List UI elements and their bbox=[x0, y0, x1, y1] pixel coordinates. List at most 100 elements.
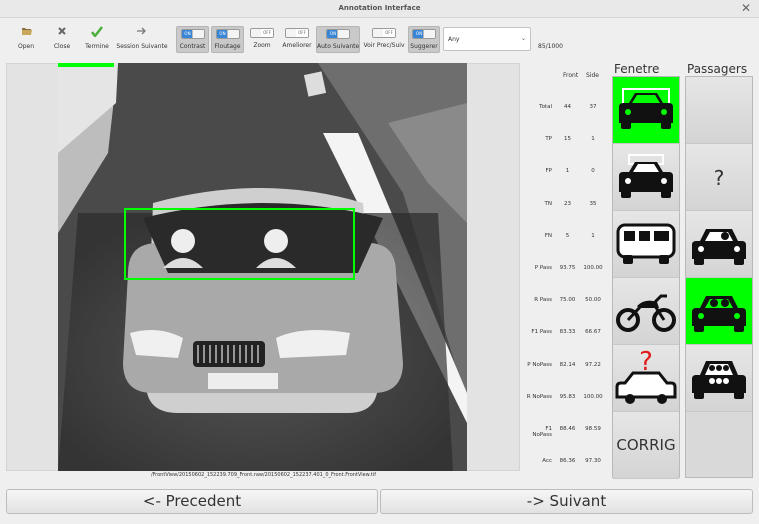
floutage-label: Floutage bbox=[214, 43, 241, 50]
unknown-vehicle-question-mark: ? bbox=[639, 347, 653, 377]
stats-row-label: P Pass bbox=[534, 265, 552, 271]
fenetre-car-roof-option[interactable] bbox=[613, 144, 679, 211]
session-suivante-button[interactable]: Session Suivante bbox=[116, 26, 168, 56]
stats-row-side: 97.22 bbox=[585, 362, 601, 368]
precedent-button[interactable]: <- Precedent bbox=[6, 489, 378, 514]
termine-button[interactable]: Termine bbox=[82, 26, 112, 56]
auto-suivante-label: Auto Suivante bbox=[317, 43, 360, 50]
voir-prec-suiv-label: Voir Prec/Suiv bbox=[363, 42, 405, 49]
fenetre-unknown-vehicle-option[interactable]: ? bbox=[613, 345, 679, 412]
switch-knob bbox=[191, 30, 204, 38]
stats-row-side: 35 bbox=[589, 201, 597, 207]
passagers-two-passengers-option[interactable] bbox=[686, 278, 752, 345]
fenetre-motorcycle-option[interactable] bbox=[613, 278, 679, 345]
stats-col-side: Side bbox=[586, 72, 599, 79]
stats-row-side: 0 bbox=[591, 168, 595, 174]
checkmark-icon bbox=[82, 26, 112, 39]
stats-row-label: Acc bbox=[542, 458, 552, 464]
stats-row-label: F1 Pass bbox=[531, 329, 552, 335]
floutage-toggle[interactable]: ON Floutage bbox=[211, 26, 244, 53]
car-one-passenger-icon bbox=[692, 229, 746, 265]
suggerer-switch[interactable]: ON bbox=[412, 29, 436, 39]
ameliorer-switch[interactable]: OFF bbox=[285, 28, 309, 38]
switch-off-text: OFF bbox=[296, 29, 308, 37]
stats-row-label: TP bbox=[545, 136, 552, 142]
stats-row-label: R NoPass bbox=[526, 394, 552, 400]
contrast-toggle[interactable]: ON Contrast bbox=[176, 26, 209, 53]
floutage-switch[interactable]: ON bbox=[215, 29, 240, 39]
window-title: Annotation Interface bbox=[338, 4, 421, 12]
close-label: Close bbox=[53, 43, 71, 50]
motorcycle-icon bbox=[616, 294, 676, 332]
fenetre-corrig-option[interactable]: CORRIG bbox=[613, 412, 679, 479]
fenetre-title: Fenetre bbox=[614, 62, 660, 76]
ameliorer-toggle[interactable]: OFF Ameliorer bbox=[281, 26, 313, 56]
stats-row-front: 15 bbox=[564, 136, 571, 142]
session-suivante-label: Session Suivante bbox=[116, 43, 168, 50]
stats-row-front: 5 bbox=[565, 233, 570, 239]
car-two-passengers-icon bbox=[692, 296, 746, 332]
stats-row-label: TN bbox=[544, 201, 552, 207]
stats-row-label: F1 NoPass bbox=[532, 426, 552, 438]
stats-row-front: 83.33 bbox=[559, 329, 576, 335]
title-bar: Annotation Interface ✕ bbox=[0, 0, 759, 18]
suggerer-toggle[interactable]: ON Suggerer bbox=[408, 26, 440, 53]
zoom-switch[interactable]: OFF bbox=[250, 28, 274, 38]
contrast-label: Contrast bbox=[179, 43, 206, 50]
voir-prec-suiv-toggle[interactable]: OFF Voir Prec/Suiv bbox=[363, 26, 405, 56]
filter-dropdown-value: Any bbox=[448, 36, 460, 43]
passagers-one-passenger-option[interactable] bbox=[686, 211, 752, 278]
ameliorer-label: Ameliorer bbox=[282, 42, 312, 49]
stats-row-side: 97.30 bbox=[585, 458, 601, 464]
fenetre-car-window-option[interactable] bbox=[613, 77, 679, 144]
image-counter: 85/1000 bbox=[538, 43, 563, 50]
bus-icon bbox=[616, 223, 676, 264]
stats-row-side: 66.67 bbox=[585, 329, 601, 335]
stats-row-label: P NoPass bbox=[527, 362, 552, 368]
passagers-title: Passagers bbox=[687, 62, 748, 76]
passagers-blank-option[interactable] bbox=[686, 77, 752, 144]
passagers-column: ? bbox=[685, 76, 753, 478]
switch-knob bbox=[337, 30, 349, 38]
auto-suivante-switch[interactable]: ON bbox=[326, 29, 350, 39]
suivant-button[interactable]: -> Suivant bbox=[380, 489, 753, 514]
stats-row-side: 50.00 bbox=[585, 297, 601, 303]
zoom-toggle[interactable]: OFF Zoom bbox=[248, 26, 276, 56]
toolbar: Open Close Termine Session Suivante ON C… bbox=[0, 20, 759, 58]
passagers-question-mark: ? bbox=[713, 166, 725, 190]
suggerer-label: Suggerer bbox=[410, 43, 438, 50]
open-button[interactable]: Open bbox=[12, 26, 40, 56]
stats-row-front: 1 bbox=[565, 168, 570, 174]
fenetre-bus-option[interactable] bbox=[613, 211, 679, 278]
close-button[interactable]: Close bbox=[48, 26, 76, 56]
chevron-down-icon: ⌄ bbox=[520, 35, 526, 42]
switch-off-text: OFF bbox=[383, 29, 395, 37]
stats-row-front: 86.36 bbox=[559, 458, 576, 464]
stats-row-front: 23 bbox=[564, 201, 571, 207]
fenetre-column: ? CORRIG bbox=[612, 76, 680, 479]
stats-col-front: Front bbox=[563, 72, 579, 79]
contrast-switch[interactable]: ON bbox=[180, 29, 205, 39]
vehicle-image[interactable] bbox=[58, 63, 467, 471]
passagers-many-passengers-option[interactable] bbox=[686, 345, 752, 412]
open-label: Open bbox=[17, 43, 35, 50]
window-close-icon[interactable]: ✕ bbox=[741, 1, 751, 15]
stats-row-front: 93.75 bbox=[559, 265, 576, 271]
stats-row-side: 37 bbox=[589, 104, 597, 110]
stats-row-front: 75.00 bbox=[559, 297, 576, 303]
termine-label: Termine bbox=[85, 43, 109, 50]
car-window-highlight-icon bbox=[619, 88, 673, 129]
close-x-icon bbox=[48, 26, 76, 39]
stats-row-front: 82.14 bbox=[559, 362, 576, 368]
switch-knob bbox=[423, 30, 435, 38]
switch-knob bbox=[226, 30, 239, 38]
filter-dropdown[interactable]: Any ⌄ bbox=[443, 27, 531, 51]
car-roof-highlight-icon bbox=[619, 154, 673, 198]
stats-row-side: 1 bbox=[591, 233, 595, 239]
voir-prec-suiv-switch[interactable]: OFF bbox=[372, 28, 396, 38]
stats-row-side: 100.00 bbox=[583, 394, 603, 400]
vehicle-photo-drawing bbox=[58, 63, 467, 471]
passagers-unknown-option[interactable]: ? bbox=[686, 144, 752, 211]
auto-suivante-toggle[interactable]: ON Auto Suivante bbox=[316, 26, 360, 53]
switch-off-text: OFF bbox=[261, 29, 273, 37]
